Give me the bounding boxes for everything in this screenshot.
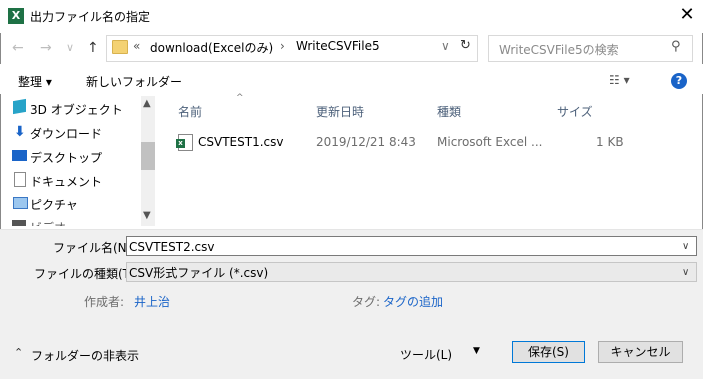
nav-scrollbar-thumb[interactable] xyxy=(141,142,155,170)
breadcrumb-separator-icon[interactable]: › xyxy=(280,39,285,53)
filename-input[interactable]: CSVTEST2.csv ∨ xyxy=(126,236,697,256)
save-button[interactable]: 保存(S) xyxy=(512,341,585,363)
up-folder-icon[interactable]: ↑ xyxy=(87,36,99,60)
forward-arrow-icon[interactable]: → xyxy=(40,36,52,60)
sidebar-item-pictures[interactable]: ピクチャ xyxy=(30,196,78,213)
file-type: Microsoft Excel ... xyxy=(437,135,543,149)
pictures-icon xyxy=(13,197,28,209)
folder-icon xyxy=(112,40,128,54)
column-header-name[interactable]: 名前 xyxy=(178,103,202,120)
author-label: 作成者: xyxy=(84,295,125,309)
search-input[interactable]: WriteCSVFile5の検索 ⚲ xyxy=(488,35,693,62)
filetype-label: ファイルの種類(T): xyxy=(34,267,139,281)
back-arrow-icon[interactable]: ← xyxy=(12,36,24,60)
column-header-modified[interactable]: 更新日時 xyxy=(316,103,364,120)
videos-icon xyxy=(12,220,26,226)
filetype-dropdown-icon[interactable]: ∨ xyxy=(682,263,689,283)
close-button[interactable]: ✕ xyxy=(676,4,698,26)
cancel-button[interactable]: キャンセル xyxy=(598,341,683,363)
tags-value[interactable]: タグの追加 xyxy=(383,293,443,310)
dialog-title: 出力ファイル名の指定 xyxy=(30,10,151,24)
search-icon[interactable]: ⚲ xyxy=(671,39,681,54)
scroll-down-icon[interactable]: ▼ xyxy=(143,210,151,221)
new-folder-button[interactable]: 新しいフォルダー xyxy=(86,73,182,90)
3d-objects-icon xyxy=(13,98,26,115)
tags-label: タグ: xyxy=(352,295,381,309)
address-dropdown-icon[interactable]: ∨ xyxy=(441,39,450,53)
tools-dropdown-icon[interactable]: ▼ xyxy=(473,346,480,356)
sidebar-item-documents[interactable]: ドキュメント xyxy=(30,173,102,190)
column-header-type[interactable]: 種類 xyxy=(437,103,461,120)
download-icon: ⬇ xyxy=(14,124,26,140)
sort-ascending-icon: ^ xyxy=(236,93,244,103)
chevron-up-icon[interactable]: ⌃ xyxy=(14,346,23,359)
tools-button[interactable]: ツール(L) xyxy=(400,346,452,363)
recent-locations-icon[interactable]: ∨ xyxy=(66,36,74,60)
column-header-size[interactable]: サイズ xyxy=(557,103,593,120)
scroll-up-icon[interactable]: ▲ xyxy=(143,98,151,109)
sidebar-item-downloads[interactable]: ダウンロード xyxy=(30,125,102,142)
breadcrumb-download[interactable]: download(Excelのみ) xyxy=(150,39,273,56)
filename-value: CSVTEST2.csv xyxy=(129,240,215,254)
sidebar-item-desktop[interactable]: デスクトップ xyxy=(30,149,102,166)
documents-icon xyxy=(14,172,26,187)
search-placeholder: WriteCSVFile5の検索 xyxy=(499,43,619,57)
refresh-icon[interactable]: ↻ xyxy=(460,38,471,53)
navigation-pane: 3D オブジェクト ⬇ ダウンロード デスクトップ ドキュメント ピクチャ ビデ… xyxy=(0,96,157,226)
file-size: 1 KB xyxy=(596,135,624,149)
sidebar-item-videos[interactable]: ビデオ xyxy=(30,219,66,226)
desktop-icon xyxy=(12,150,27,161)
breadcrumb-writecsvfile5[interactable]: WriteCSVFile5 xyxy=(296,39,380,53)
filename-label: ファイル名(N): xyxy=(53,241,136,255)
excel-icon: X xyxy=(8,8,24,24)
sidebar-item-3d-objects[interactable]: 3D オブジェクト xyxy=(30,101,123,118)
hide-folders-button[interactable]: フォルダーの非表示 xyxy=(31,347,139,364)
filetype-value: CSV形式ファイル (*.csv) xyxy=(129,266,269,280)
file-modified: 2019/12/21 8:43 xyxy=(316,135,416,149)
filetype-select[interactable]: CSV形式ファイル (*.csv) ∨ xyxy=(126,262,697,282)
author-value[interactable]: 井上治 xyxy=(134,293,170,310)
help-icon[interactable]: ? xyxy=(671,73,687,89)
overflow-chevron-icon[interactable]: « xyxy=(133,39,140,53)
view-options-icon[interactable]: ☷ ▾ xyxy=(609,73,630,87)
organize-button[interactable]: 整理 ▾ xyxy=(18,73,52,90)
file-name[interactable]: CSVTEST1.csv xyxy=(198,135,283,149)
excel-csv-icon: x xyxy=(176,134,193,151)
filename-history-icon[interactable]: ∨ xyxy=(682,237,689,257)
